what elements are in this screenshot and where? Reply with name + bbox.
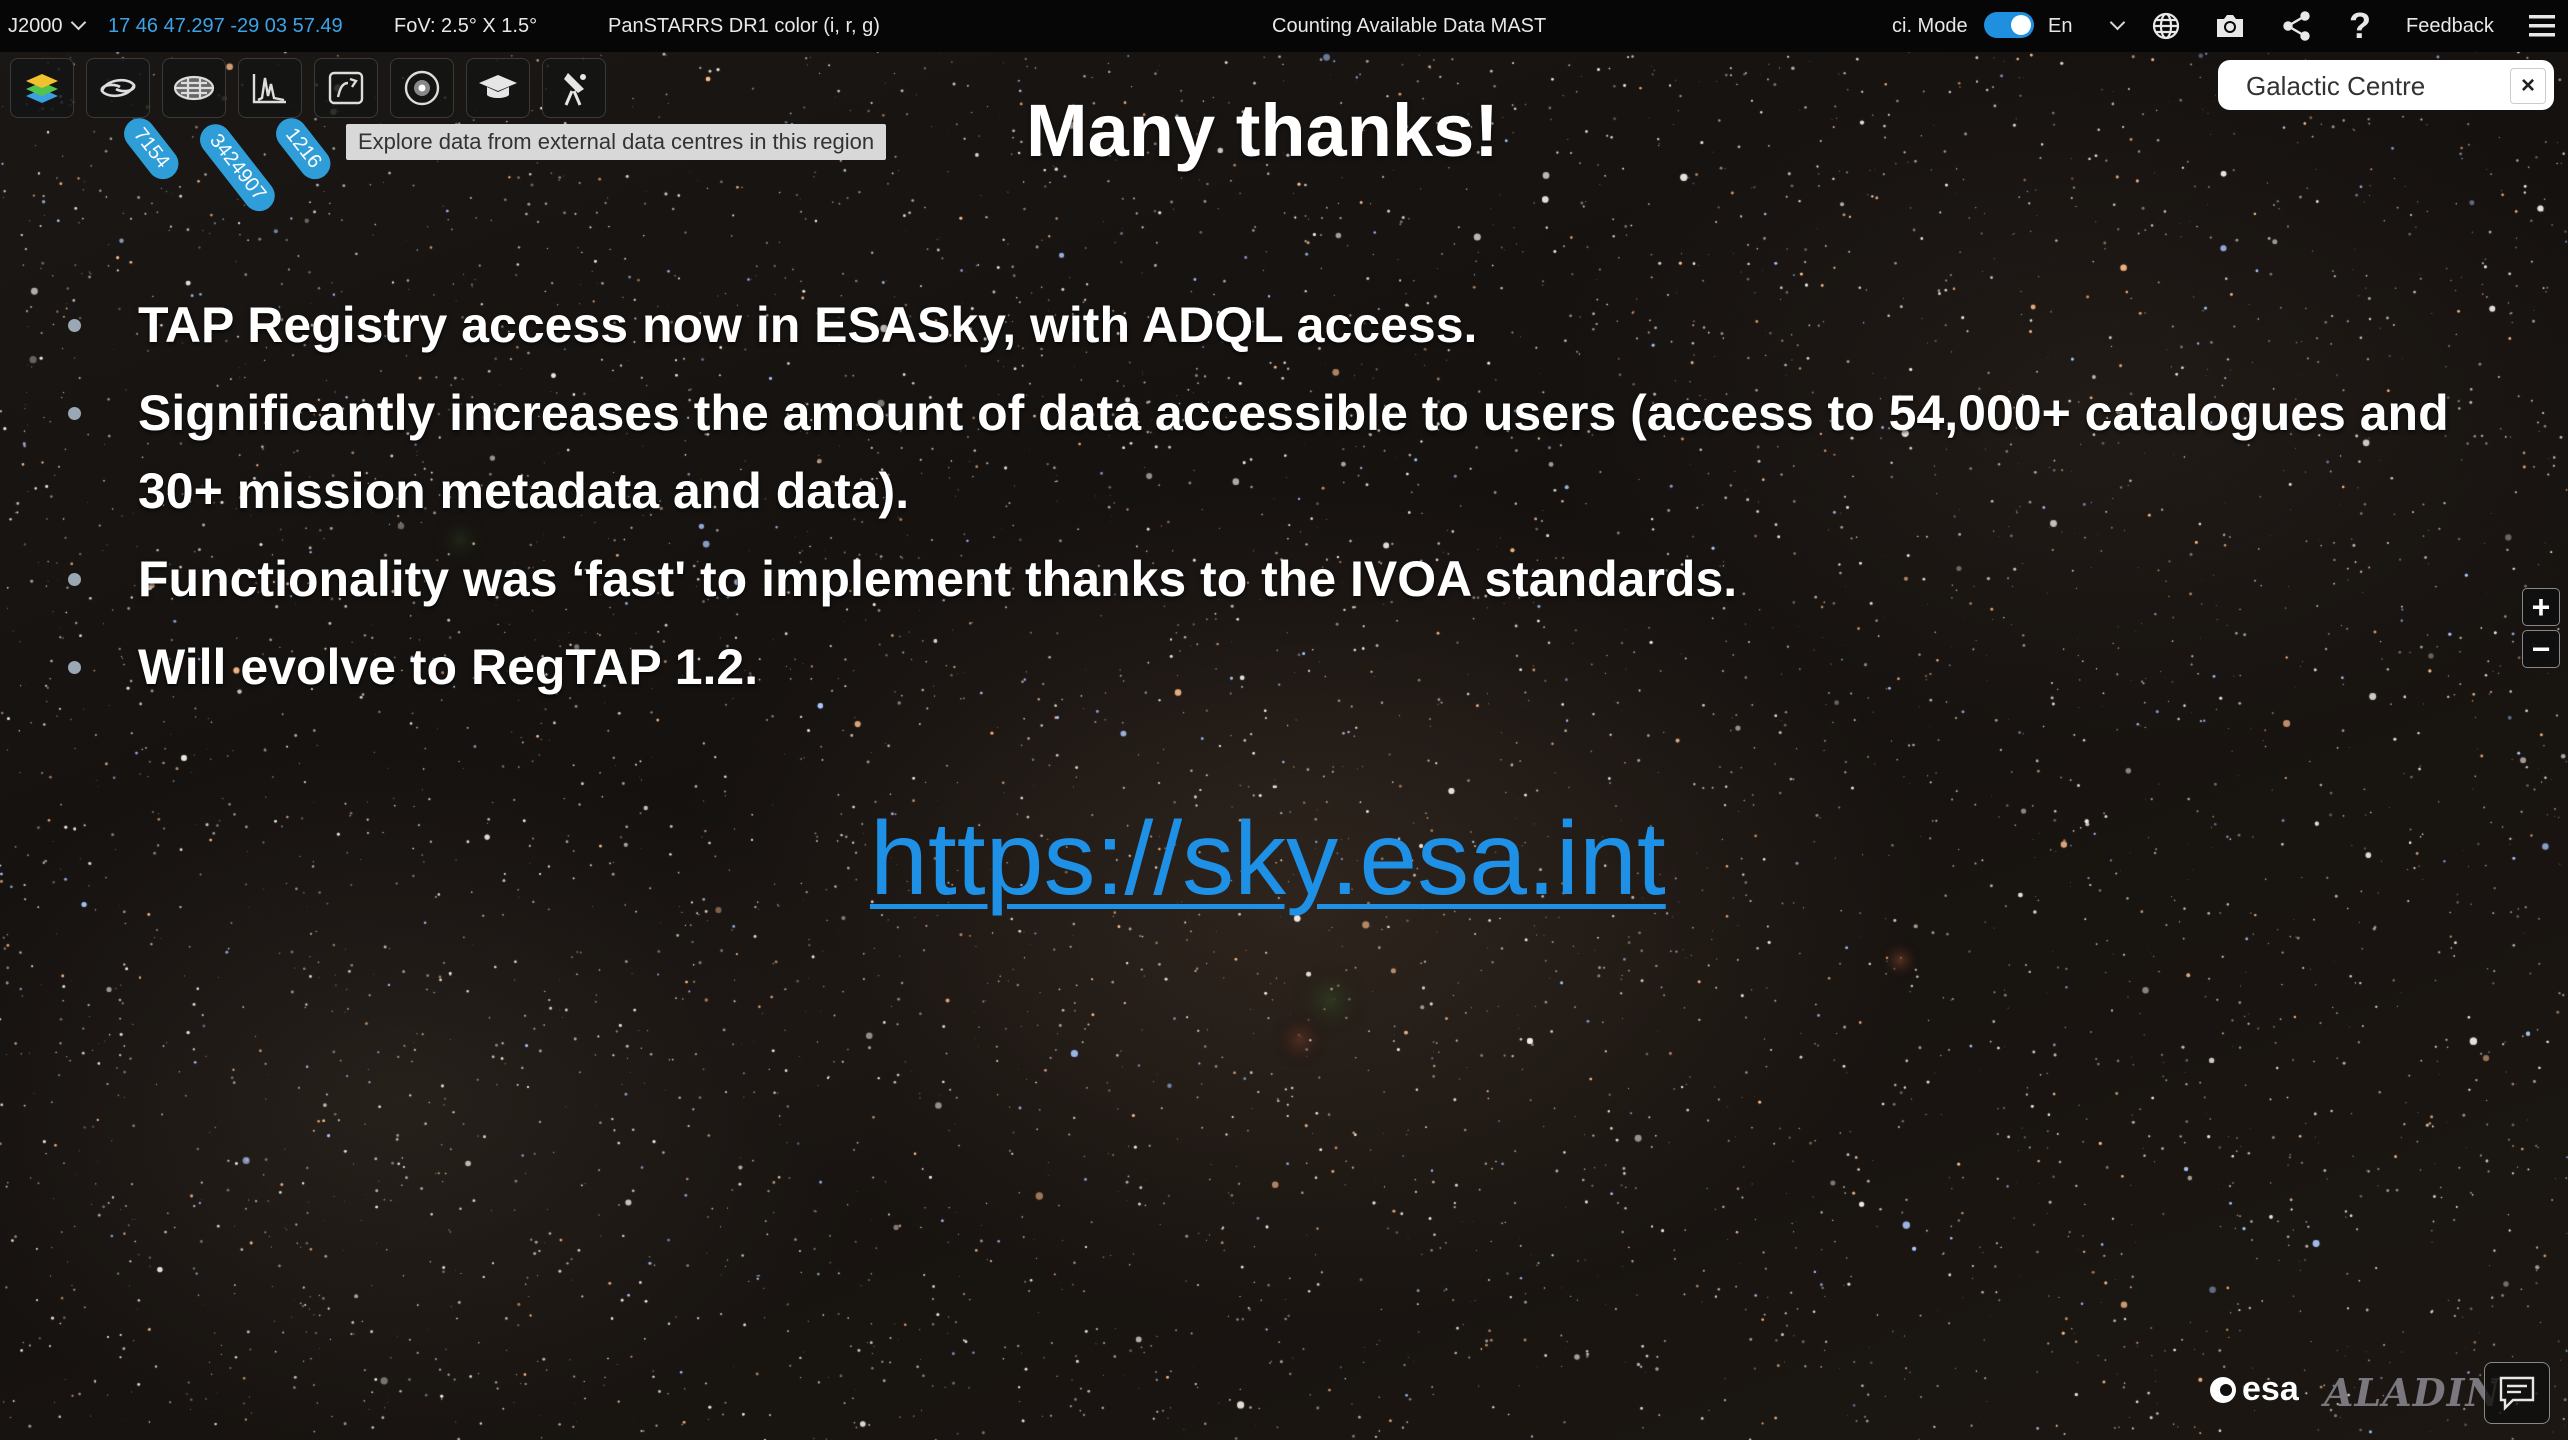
- chat-button[interactable]: [2484, 1362, 2550, 1424]
- outreach-icon: [479, 75, 517, 98]
- bullet-dot-icon: [68, 319, 81, 332]
- spectra-button[interactable]: [238, 58, 302, 118]
- bullet-text: TAP Registry access now in ESASky, with …: [138, 297, 1478, 353]
- coordinate-frame-selector[interactable]: J2000: [8, 12, 86, 40]
- chevron-down-icon: [2109, 14, 2126, 31]
- chevron-down-icon: [70, 14, 86, 31]
- esa-mark-icon: [2210, 1376, 2236, 1403]
- telescope-icon: [564, 73, 586, 106]
- chat-icon: [2499, 1376, 2535, 1411]
- top-bar: J2000 17 46 47.297 -29 03 57.49 FoV: 2.5…: [0, 0, 2568, 52]
- globe-icon[interactable]: [2148, 8, 2184, 44]
- bullet-text: Significantly increases the amount of da…: [138, 385, 2449, 519]
- coordinate-frame-label: J2000: [8, 15, 63, 37]
- feedback-link[interactable]: Feedback: [2406, 12, 2494, 40]
- esasky-app: J2000 17 46 47.297 -29 03 57.49 FoV: 2.5…: [0, 0, 2568, 1440]
- zoom-in-button[interactable]: +: [2522, 588, 2560, 626]
- galaxy-icon: [100, 78, 136, 98]
- share-icon[interactable]: [2278, 8, 2314, 44]
- bullet-text: Functionality was ‘fast' to implement th…: [138, 551, 1738, 607]
- close-icon[interactable]: ×: [2510, 68, 2546, 104]
- aladin-logo: ALADIN: [2324, 1370, 2502, 1415]
- language-selector[interactable]: En: [2048, 12, 2126, 40]
- bullet-dot-icon: [68, 407, 81, 420]
- menu-icon[interactable]: [2524, 8, 2560, 44]
- esa-logo: esa: [2208, 1370, 2299, 1409]
- bullet-dot-icon: [68, 573, 81, 586]
- external-data-tooltip: Explore data from external data centres …: [346, 124, 887, 160]
- data-status: Counting Available Data MAST: [1272, 15, 1547, 37]
- target-name: Galactic Centre: [2246, 71, 2426, 101]
- bullet-item: Will evolve to RegTAP 1.2.: [60, 628, 2520, 706]
- slide-title: Many thanks!: [1026, 89, 1499, 172]
- camera-icon[interactable]: [2212, 8, 2248, 44]
- language-label: En: [2048, 15, 2073, 37]
- toggle-knob: [2011, 15, 2031, 35]
- zoom-out-button[interactable]: −: [2522, 630, 2560, 668]
- catalogues-button[interactable]: [162, 58, 226, 118]
- bullet-item: TAP Registry access now in ESASky, with …: [60, 286, 2520, 364]
- external-data-icon: [328, 71, 364, 105]
- planning-tool-button[interactable]: [390, 58, 454, 118]
- help-icon[interactable]: ?: [2342, 5, 2378, 46]
- bullet-item: Significantly increases the amount of da…: [60, 374, 2520, 530]
- sci-mode-label: ci. Mode: [1892, 15, 1968, 37]
- planning-icon: [404, 70, 440, 106]
- spectra-icon: [252, 74, 286, 104]
- sky-view[interactable]: [0, 0, 2568, 1440]
- coordinates-readout[interactable]: 17 46 47.297 -29 03 57.49: [108, 12, 343, 40]
- layers-icon: [26, 74, 58, 103]
- bullet-list: TAP Registry access now in ESASky, with …: [60, 286, 2520, 716]
- jwst-button[interactable]: [542, 58, 606, 118]
- esa-logo-text: esa: [2242, 1370, 2299, 1408]
- survey-name[interactable]: PanSTARRS DR1 color (i, r, g): [608, 12, 880, 40]
- sky-layers-button[interactable]: [10, 58, 74, 118]
- catalogue-icon: [173, 75, 215, 101]
- target-search-box[interactable]: Galactic Centre ×: [2218, 60, 2554, 110]
- sci-mode-toggle[interactable]: [1984, 12, 2034, 38]
- external-data-button[interactable]: [314, 58, 378, 118]
- esasky-link[interactable]: https://sky.esa.int: [870, 800, 1666, 919]
- bullet-text: Will evolve to RegTAP 1.2.: [138, 639, 759, 695]
- fov-readout: FoV: 2.5° X 1.5°: [394, 15, 538, 37]
- bullet-dot-icon: [68, 661, 81, 674]
- outreach-button[interactable]: [466, 58, 530, 118]
- explore-galaxies-button[interactable]: [86, 58, 150, 118]
- bullet-item: Functionality was ‘fast' to implement th…: [60, 540, 2520, 618]
